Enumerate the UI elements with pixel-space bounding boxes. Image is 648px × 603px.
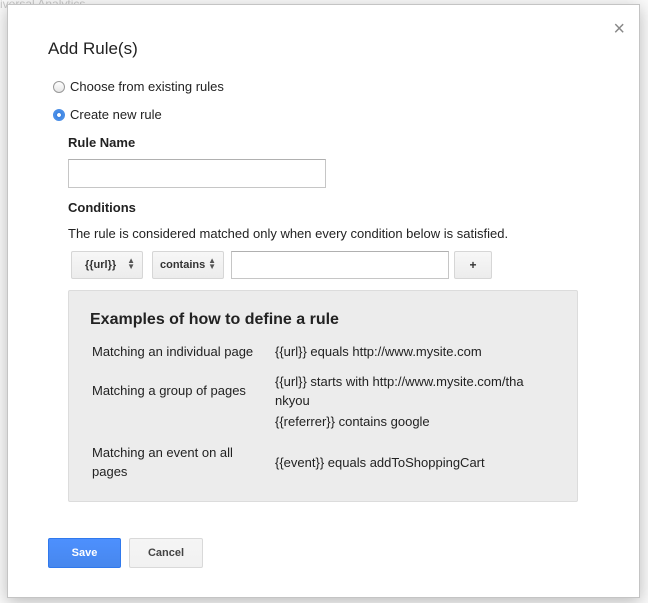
example-rule: {{url}} equals http://www.mysite.com [275, 344, 482, 359]
close-icon[interactable]: × [613, 19, 625, 39]
radio-unchecked-icon[interactable] [53, 80, 65, 93]
examples-panel: Examples of how to define a rule Matchin… [68, 290, 578, 502]
radio-checked-icon[interactable] [53, 108, 65, 121]
operator-select[interactable]: contains ▲ ▼ [152, 251, 224, 279]
conditions-description: The rule is considered matched only when… [68, 226, 509, 241]
option-choose-existing[interactable]: Choose from existing rules [53, 79, 224, 94]
rule-name-input[interactable] [68, 159, 326, 188]
rule-name-label: Rule Name [68, 135, 136, 150]
dialog-title: Add Rule(s) [48, 39, 138, 58]
option-label: Create new rule [70, 107, 162, 122]
example-case: Matching an individual page [92, 344, 254, 359]
select-arrows-icon: ▲ ▼ [208, 256, 216, 271]
examples-title: Examples of how to define a rule [90, 311, 339, 328]
example-rule: {{event}} equals addToShoppingCart [275, 455, 485, 470]
example-case: Matching an event on all pages [92, 445, 233, 479]
operator-select-value: contains [160, 259, 206, 271]
add-condition-button[interactable]: + [454, 251, 492, 279]
example-rule: {{url}} starts with http://www.mysite.co… [275, 374, 524, 408]
option-create-new[interactable]: Create new rule [53, 107, 162, 122]
add-rule-dialog: × Add Rule(s) Choose from existing rules… [7, 4, 640, 598]
variable-select-value: {{url}} [85, 259, 117, 271]
select-arrows-icon: ▲ ▼ [127, 256, 135, 271]
example-case: Matching a group of pages [92, 383, 246, 398]
save-button[interactable]: Save [48, 538, 121, 568]
condition-value-input[interactable] [231, 251, 449, 279]
example-rule: {{referrer}} contains google [275, 414, 430, 429]
conditions-label: Conditions [68, 200, 136, 215]
cancel-button[interactable]: Cancel [129, 538, 203, 568]
option-label: Choose from existing rules [70, 79, 224, 94]
variable-select[interactable]: {{url}} ▲ ▼ [71, 251, 143, 279]
